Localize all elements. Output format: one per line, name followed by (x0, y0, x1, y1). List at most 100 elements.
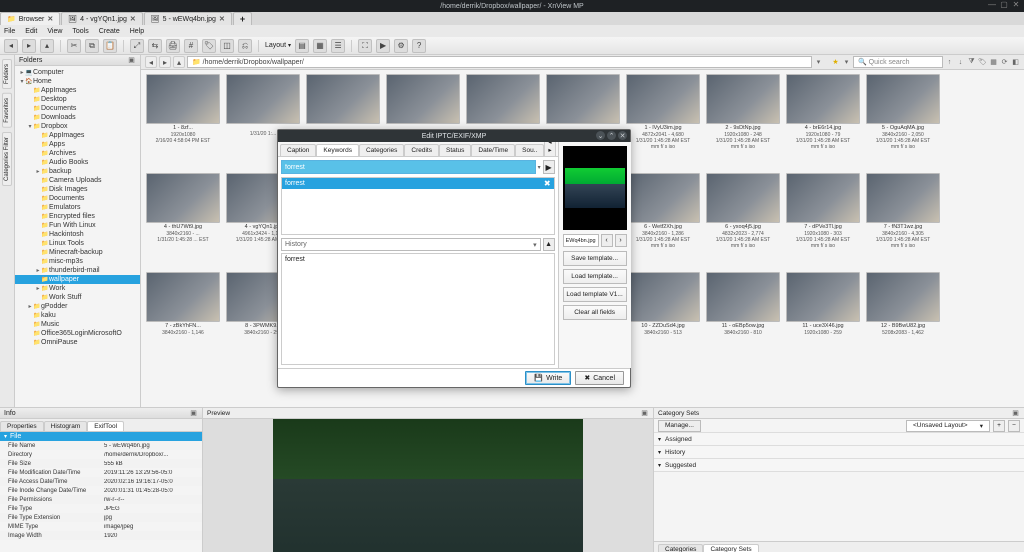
toolbar-slideshow-icon[interactable]: ▶ (376, 39, 390, 53)
thumbnail[interactable]: 11 - oEBp5ow.jpg3840x2160 - 810 (705, 272, 781, 367)
tab-image-1[interactable]: 4 - vgYQn1.jpg ✕ (61, 12, 142, 25)
toolbar-swap-icon[interactable]: ⇆ (148, 39, 162, 53)
tab-datetime[interactable]: Date/Time (471, 144, 515, 156)
tab-image-2[interactable]: 5 - wEWq4bn.jpg ✕ (144, 12, 232, 25)
sort-asc-icon[interactable]: ↑ (945, 58, 954, 67)
nav-forward-icon[interactable]: ▸ (159, 56, 171, 68)
view-mode-icon[interactable]: ▦ (989, 58, 998, 67)
tree-node[interactable]: ▸📁gPodder (15, 302, 140, 311)
tree-node[interactable]: 📁Office365LoginMicrosoftO (15, 329, 140, 338)
tree-node[interactable]: 📁Documents (15, 104, 140, 113)
toolbar-settings-icon[interactable]: ⚙ (394, 39, 408, 53)
history-list[interactable]: forrest (281, 253, 555, 365)
modal-titlebar[interactable]: Edit IPTC/EXIF/XMP ⌄ ⌃ ✕ (278, 130, 630, 142)
tree-node[interactable]: 📁Encrypted files (15, 212, 140, 221)
tab-properties[interactable]: Properties (0, 421, 44, 431)
toolbar-nconvert-icon[interactable]: ⎌ (238, 39, 252, 53)
tag-filter-icon[interactable]: 🏷 (978, 58, 987, 67)
tab-exiftool[interactable]: ExifTool (87, 421, 124, 431)
tree-node[interactable]: 📁AppImages (15, 86, 140, 95)
tree-node[interactable]: 📁Desktop (15, 95, 140, 104)
toolbar-copy-icon[interactable]: ⧉ (85, 39, 99, 53)
tab-source[interactable]: Sou.. (515, 144, 544, 156)
add-keyword-icon[interactable]: ▶ (543, 160, 555, 174)
tree-node[interactable]: 📁Music (15, 320, 140, 329)
history-up-icon[interactable]: ▲ (543, 238, 555, 251)
load-template-button[interactable]: Load template... (563, 269, 627, 284)
tab-credits[interactable]: Credits (404, 144, 439, 156)
tree-node[interactable]: 📁wallpaper (15, 275, 140, 284)
toolbar-forward-icon[interactable]: ▸ (22, 39, 36, 53)
filter-icon[interactable]: ⧩ (967, 58, 976, 67)
tree-node[interactable]: 📁kaku (15, 311, 140, 320)
tab-categories[interactable]: Categories (359, 144, 404, 156)
tree-node[interactable]: ▸📁thunderbird-mail (15, 266, 140, 275)
window-max-icon[interactable]: ▢ (1000, 1, 1008, 9)
close-icon[interactable]: ✕ (219, 15, 225, 23)
tree-node[interactable]: 📁Audio Books (15, 158, 140, 167)
tree-node[interactable]: 📁Hackintosh (15, 230, 140, 239)
tree-node[interactable]: 📁Archives (15, 149, 140, 158)
delete-keyword-icon[interactable]: ✖ (544, 179, 551, 188)
tree-node[interactable]: 📁misc-mp3s (15, 257, 140, 266)
tree-node[interactable]: 📁Documents (15, 194, 140, 203)
panel-close-icon[interactable]: ▣ (640, 409, 649, 418)
modal-max-icon[interactable]: ⌃ (607, 131, 616, 140)
toolbar-print-icon[interactable]: 🖨 (166, 39, 180, 53)
toolbar-fullscreen-icon[interactable]: ⛶ (358, 39, 372, 53)
add-layout-button[interactable]: + (993, 420, 1005, 432)
thumbnail[interactable]: 7 - fN3T1wz.jpg3840x2160 - 4,3051/31/20 … (865, 173, 941, 268)
tree-node[interactable]: ▾📁Dropbox (15, 122, 140, 131)
tree-node[interactable]: 📁Camera Uploads (15, 176, 140, 185)
window-min-icon[interactable]: — (988, 1, 996, 9)
panel-close-icon[interactable]: ▣ (1011, 409, 1020, 418)
thumbnail[interactable]: 6 - Wetf2Xh.jpg3840x2160 - 1,2861/31/20 … (625, 173, 701, 268)
tree-node[interactable]: ▾🏠Home (15, 77, 140, 86)
toolbar-panel-icon[interactable]: ▤ (295, 39, 309, 53)
file-section-header[interactable]: ▾ File (0, 432, 202, 441)
chevron-down-icon[interactable]: ▾ (814, 58, 823, 67)
thumbnail[interactable]: 4 - brE6r14.jpg1920x1080 - 791/31/20 1:4… (785, 74, 861, 169)
thumbnail[interactable]: 1 - lVyU3im.jpg4872x2041 - 4,6801/31/20 … (625, 74, 701, 169)
chevron-down-icon[interactable]: ▾ (842, 58, 851, 67)
location-path[interactable]: /home/derrik/Dropbox/wallpaper/ (187, 56, 812, 68)
toolbar-list-icon[interactable]: ☰ (331, 39, 345, 53)
vtab-folders[interactable]: Folders (2, 59, 12, 89)
folder-tree[interactable]: ▸💻Computer▾🏠Home 📁AppImages 📁Desktop 📁Do… (15, 66, 140, 407)
tab-scroll-icon[interactable]: ◂ ▸ (544, 142, 555, 156)
thumbnail[interactable]: 11 - uce3X46.jpg1920x1080 - 259 (785, 272, 861, 367)
write-button[interactable]: 💾 Write (525, 371, 571, 385)
thumbnail[interactable]: 2 - 9sDtNp.jpg1920x1080 - 2481/31/20 1:4… (705, 74, 781, 169)
vtab-favorites[interactable]: Favorites (2, 93, 12, 128)
toolbar-up-icon[interactable]: ▴ (40, 39, 54, 53)
next-file-icon[interactable]: › (615, 234, 627, 247)
menu-tools[interactable]: Tools (72, 28, 88, 35)
tree-node[interactable]: 📁OmniPause (15, 338, 140, 347)
history-select[interactable]: History ▾ (281, 238, 541, 251)
keyword-item[interactable]: forrest ✖ (282, 178, 554, 189)
tree-node[interactable]: 📁Apps (15, 140, 140, 149)
toolbar-help-icon[interactable]: ? (412, 39, 426, 53)
toggle-icon[interactable]: ◧ (1011, 58, 1020, 67)
toolbar-back-icon[interactable]: ◂ (4, 39, 18, 53)
panel-close-icon[interactable]: ▣ (127, 56, 136, 65)
toolbar-renumber-icon[interactable]: # (184, 39, 198, 53)
tree-node[interactable]: 📁Fun With Linux (15, 221, 140, 230)
tree-node[interactable]: 📁Minecraft-backup (15, 248, 140, 257)
thumbnail[interactable]: 4 - thU7Wt9.jpg3840x2160 - ...1/31/20 1:… (145, 173, 221, 268)
tab-category-sets[interactable]: Category Sets (703, 544, 758, 552)
history-item[interactable]: forrest (285, 256, 551, 263)
tree-node[interactable]: 📁Linux Tools (15, 239, 140, 248)
close-icon[interactable]: ✕ (130, 15, 136, 23)
panel-close-icon[interactable]: ▣ (189, 409, 198, 418)
modal-min-icon[interactable]: ⌄ (596, 131, 605, 140)
menu-file[interactable]: File (4, 28, 15, 35)
cancel-button[interactable]: ✖ Cancel (575, 371, 624, 385)
quick-search-input[interactable]: 🔍 Quick search (853, 56, 943, 68)
close-icon[interactable]: ✕ (47, 15, 53, 23)
toolbar-paste-icon[interactable]: 📋 (103, 39, 117, 53)
manage-button[interactable]: Manage... (658, 420, 701, 432)
clear-fields-button[interactable]: Clear all fields (563, 305, 627, 320)
chevron-down-icon[interactable]: ▾ (538, 164, 541, 171)
tree-node[interactable]: ▸📁backup (15, 167, 140, 176)
